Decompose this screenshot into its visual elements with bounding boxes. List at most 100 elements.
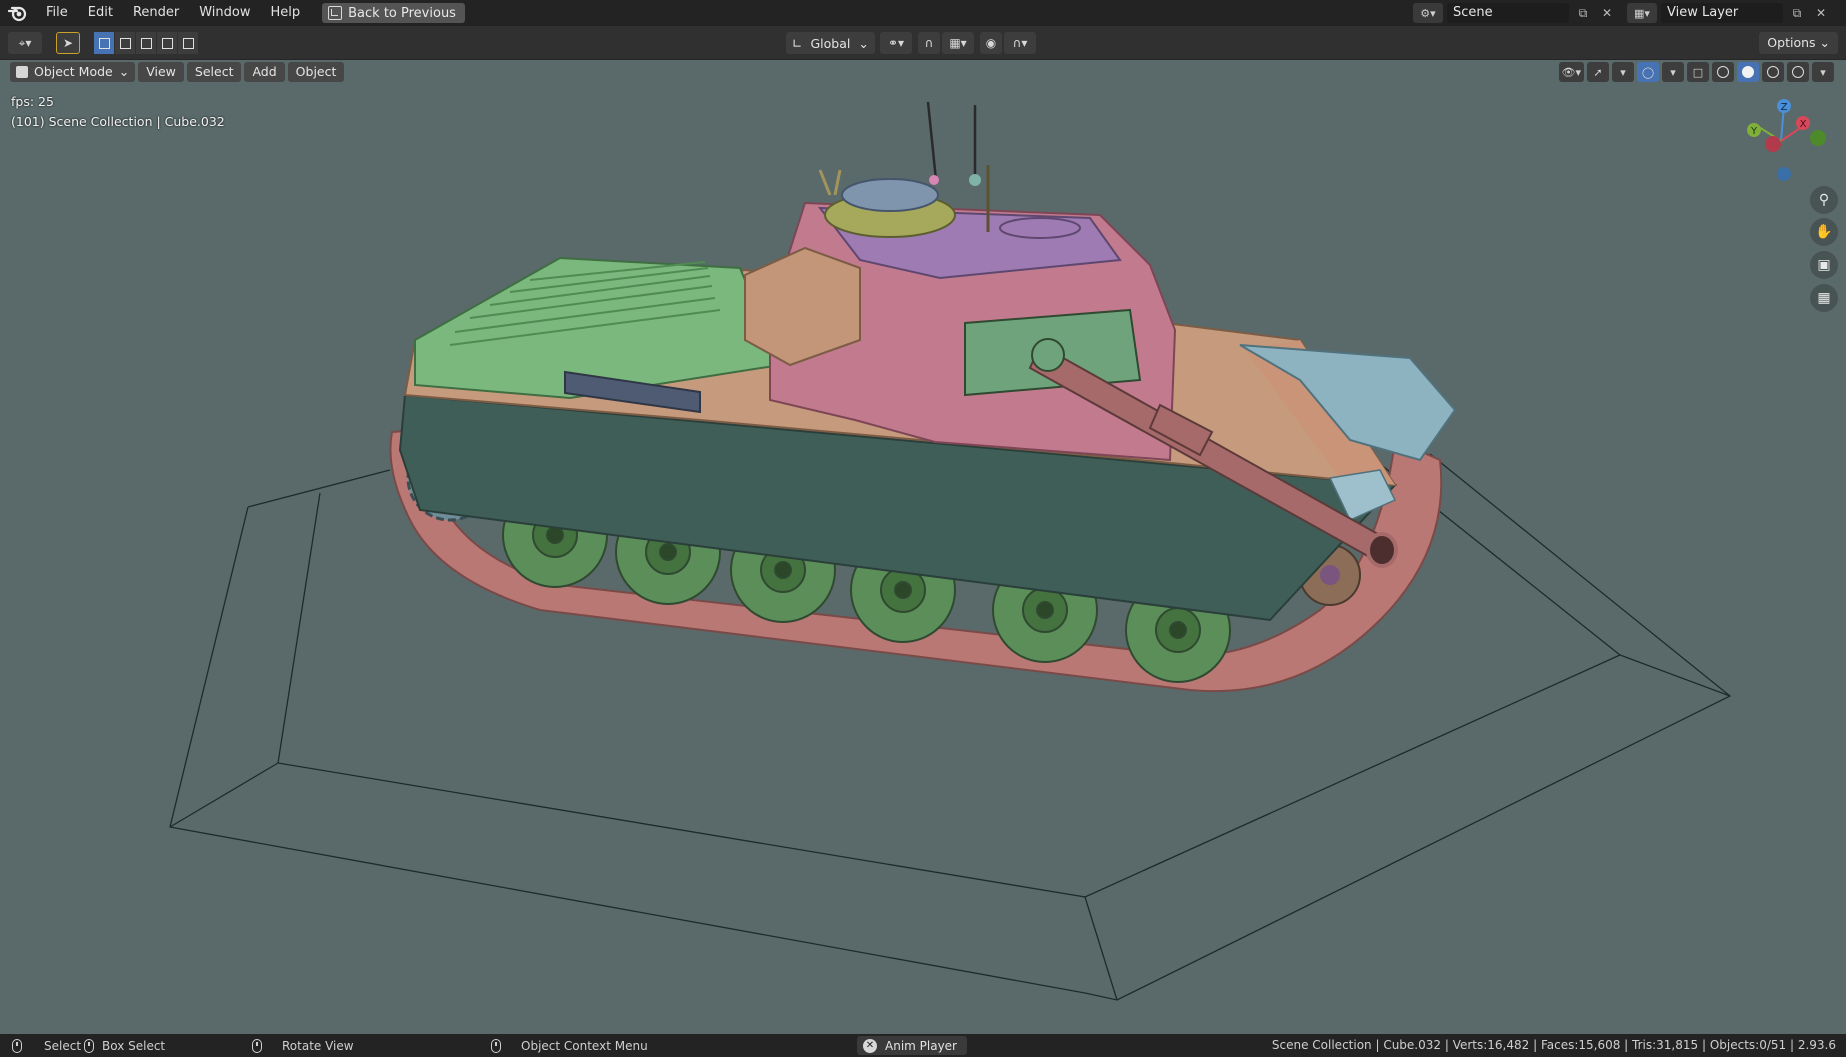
grid-icon: ▦ bbox=[1817, 290, 1831, 306]
delete-scene-button[interactable]: ✕ bbox=[1597, 3, 1617, 23]
proportional-edit-toggle[interactable]: ◉ bbox=[980, 32, 1002, 54]
menu-edit[interactable]: Edit bbox=[78, 0, 123, 26]
perspective-toggle-button[interactable]: ▦ bbox=[1810, 284, 1838, 312]
cursor-arrow-icon: ➤ bbox=[62, 36, 74, 50]
scene-name-field[interactable]: Scene bbox=[1447, 3, 1569, 23]
select-new-icon bbox=[98, 37, 110, 49]
viewport-scene bbox=[169, 101, 1732, 1001]
gizmo-dropdown[interactable]: ▾ bbox=[1612, 62, 1634, 82]
pivot-point-dropdown[interactable]: ⚭▾ bbox=[880, 32, 912, 54]
status-rotate-label: Rotate View bbox=[282, 1038, 354, 1053]
shading-dropdown[interactable]: ▾ bbox=[1812, 62, 1834, 82]
new-scene-button[interactable]: ⧉ bbox=[1573, 3, 1593, 23]
solid-sphere-icon bbox=[1742, 66, 1754, 78]
gizmo-y-label: Y bbox=[1750, 126, 1758, 137]
status-select: Select bbox=[12, 1034, 81, 1057]
chevron-down-icon: ⌄ bbox=[118, 64, 130, 79]
select-subtract-button[interactable] bbox=[136, 32, 156, 54]
gizmo-toggle[interactable]: ➚ bbox=[1587, 62, 1609, 82]
gizmo-x-label: X bbox=[1800, 119, 1807, 130]
object-mode-dropdown[interactable]: Object Mode ⌄ bbox=[10, 62, 136, 82]
view-menu[interactable]: View bbox=[138, 62, 184, 82]
solid-shading-button[interactable] bbox=[1737, 62, 1759, 82]
menu-render[interactable]: Render bbox=[123, 0, 189, 26]
eye-icon: 👁▾ bbox=[1561, 65, 1582, 79]
snap-grid-icon: ▦▾ bbox=[949, 36, 967, 50]
gizmo-neg-x[interactable] bbox=[1765, 136, 1781, 152]
camera-icon: ▣ bbox=[1817, 257, 1831, 273]
select-extend-button[interactable] bbox=[115, 32, 135, 54]
options-label: Options bbox=[1767, 35, 1816, 50]
chevron-down-icon: ▾ bbox=[1820, 65, 1826, 79]
gizmo-icon: ➚ bbox=[1593, 65, 1603, 79]
menu-file[interactable]: File bbox=[36, 0, 78, 26]
snap-toggle[interactable]: ∩ bbox=[918, 32, 940, 54]
antenna-left bbox=[926, 101, 938, 181]
object-info-text: (101) Scene Collection | Cube.032 bbox=[11, 114, 225, 129]
status-box-select-label: Box Select bbox=[102, 1038, 166, 1053]
proportional-icon: ◉ bbox=[985, 36, 997, 50]
chevron-down-icon: ▾ bbox=[1670, 65, 1676, 79]
add-menu[interactable]: Add bbox=[244, 62, 285, 82]
gun-muzzle bbox=[1366, 532, 1398, 568]
menu-help[interactable]: Help bbox=[261, 0, 311, 26]
select-tool-button[interactable]: ➤ bbox=[56, 32, 80, 54]
material-shading-button[interactable] bbox=[1762, 62, 1784, 82]
view-layer-browse-button[interactable]: ▦▾ bbox=[1627, 3, 1657, 23]
overlay-icon: ◯ bbox=[1641, 65, 1655, 79]
scene-browse-button[interactable]: ⚙▾ bbox=[1413, 3, 1443, 23]
chevron-down-icon: ⌄ bbox=[1819, 35, 1830, 50]
select-intersect-icon bbox=[182, 37, 194, 49]
material-sphere-icon bbox=[1767, 66, 1779, 78]
cancel-icon: ✕ bbox=[863, 1038, 877, 1053]
visibility-dropdown[interactable]: 👁▾ bbox=[1558, 62, 1584, 82]
select-intersect-button[interactable] bbox=[178, 32, 198, 54]
cupola-hatch bbox=[841, 178, 939, 212]
snap-target-dropdown[interactable]: ▦▾ bbox=[942, 32, 974, 54]
viewport-shading-group: 👁▾ ➚ ▾ ◯ ▾ □ ▾ bbox=[1558, 62, 1834, 82]
anim-player-label: Anim Player bbox=[885, 1038, 957, 1053]
hand-icon: ✋ bbox=[1815, 224, 1833, 240]
editor-type-icon: ⌖▾ bbox=[18, 35, 32, 50]
select-menu[interactable]: Select bbox=[186, 62, 242, 82]
wireframe-shading-button[interactable] bbox=[1712, 62, 1734, 82]
xray-toggle[interactable]: □ bbox=[1687, 62, 1709, 82]
blender-logo-icon[interactable] bbox=[0, 0, 36, 26]
falloff-dropdown[interactable]: ∩▾ bbox=[1004, 32, 1036, 54]
gizmo-neg-y[interactable] bbox=[1810, 130, 1826, 146]
status-rotate: Rotate View bbox=[252, 1034, 354, 1057]
menu-window[interactable]: Window bbox=[189, 0, 260, 26]
status-context-menu: Object Context Menu bbox=[491, 1034, 648, 1057]
duplicate-icon: ⧉ bbox=[1792, 5, 1802, 20]
status-context-label: Object Context Menu bbox=[521, 1038, 648, 1053]
3d-viewport[interactable]: Object Mode ⌄ View Select Add Object fps… bbox=[0, 60, 1846, 1034]
anim-player-button[interactable]: ✕ Anim Player bbox=[857, 1036, 967, 1055]
orientation-icon: ∟ bbox=[792, 35, 803, 51]
select-difference-icon bbox=[161, 37, 173, 49]
scene-icon: ⚙▾ bbox=[1420, 6, 1436, 20]
gizmo-z-label: Z bbox=[1781, 102, 1788, 113]
delete-view-layer-button[interactable]: ✕ bbox=[1811, 3, 1831, 23]
object-menu[interactable]: Object bbox=[287, 62, 345, 82]
back-to-previous-button[interactable]: Back to Previous bbox=[322, 3, 465, 23]
gizmo-neg-z[interactable] bbox=[1777, 167, 1791, 181]
xray-icon: □ bbox=[1692, 65, 1704, 79]
overlays-toggle[interactable]: ◯ bbox=[1637, 62, 1659, 82]
camera-view-button[interactable]: ▣ bbox=[1810, 251, 1838, 279]
transform-orientation-dropdown[interactable]: ∟ Global ⌄ bbox=[786, 32, 875, 54]
duplicate-icon: ⧉ bbox=[1578, 5, 1588, 20]
mouse-left-icon bbox=[12, 1038, 22, 1053]
options-dropdown[interactable]: Options ⌄ bbox=[1759, 32, 1838, 54]
select-difference-button[interactable] bbox=[157, 32, 177, 54]
overlays-dropdown[interactable]: ▾ bbox=[1662, 62, 1684, 82]
rendered-shading-button[interactable] bbox=[1787, 62, 1809, 82]
falloff-curve-icon: ∩▾ bbox=[1012, 36, 1028, 50]
navigation-gizmo[interactable]: Z Y X bbox=[1736, 96, 1826, 186]
select-extend-icon bbox=[119, 37, 131, 49]
editor-type-button[interactable]: ⌖▾ bbox=[8, 32, 42, 54]
new-view-layer-button[interactable]: ⧉ bbox=[1787, 3, 1807, 23]
pan-button[interactable]: ✋ bbox=[1810, 218, 1838, 246]
zoom-button[interactable]: ⚲ bbox=[1810, 186, 1838, 214]
view-layer-field[interactable]: View Layer bbox=[1661, 3, 1783, 23]
select-new-button[interactable] bbox=[94, 32, 114, 54]
